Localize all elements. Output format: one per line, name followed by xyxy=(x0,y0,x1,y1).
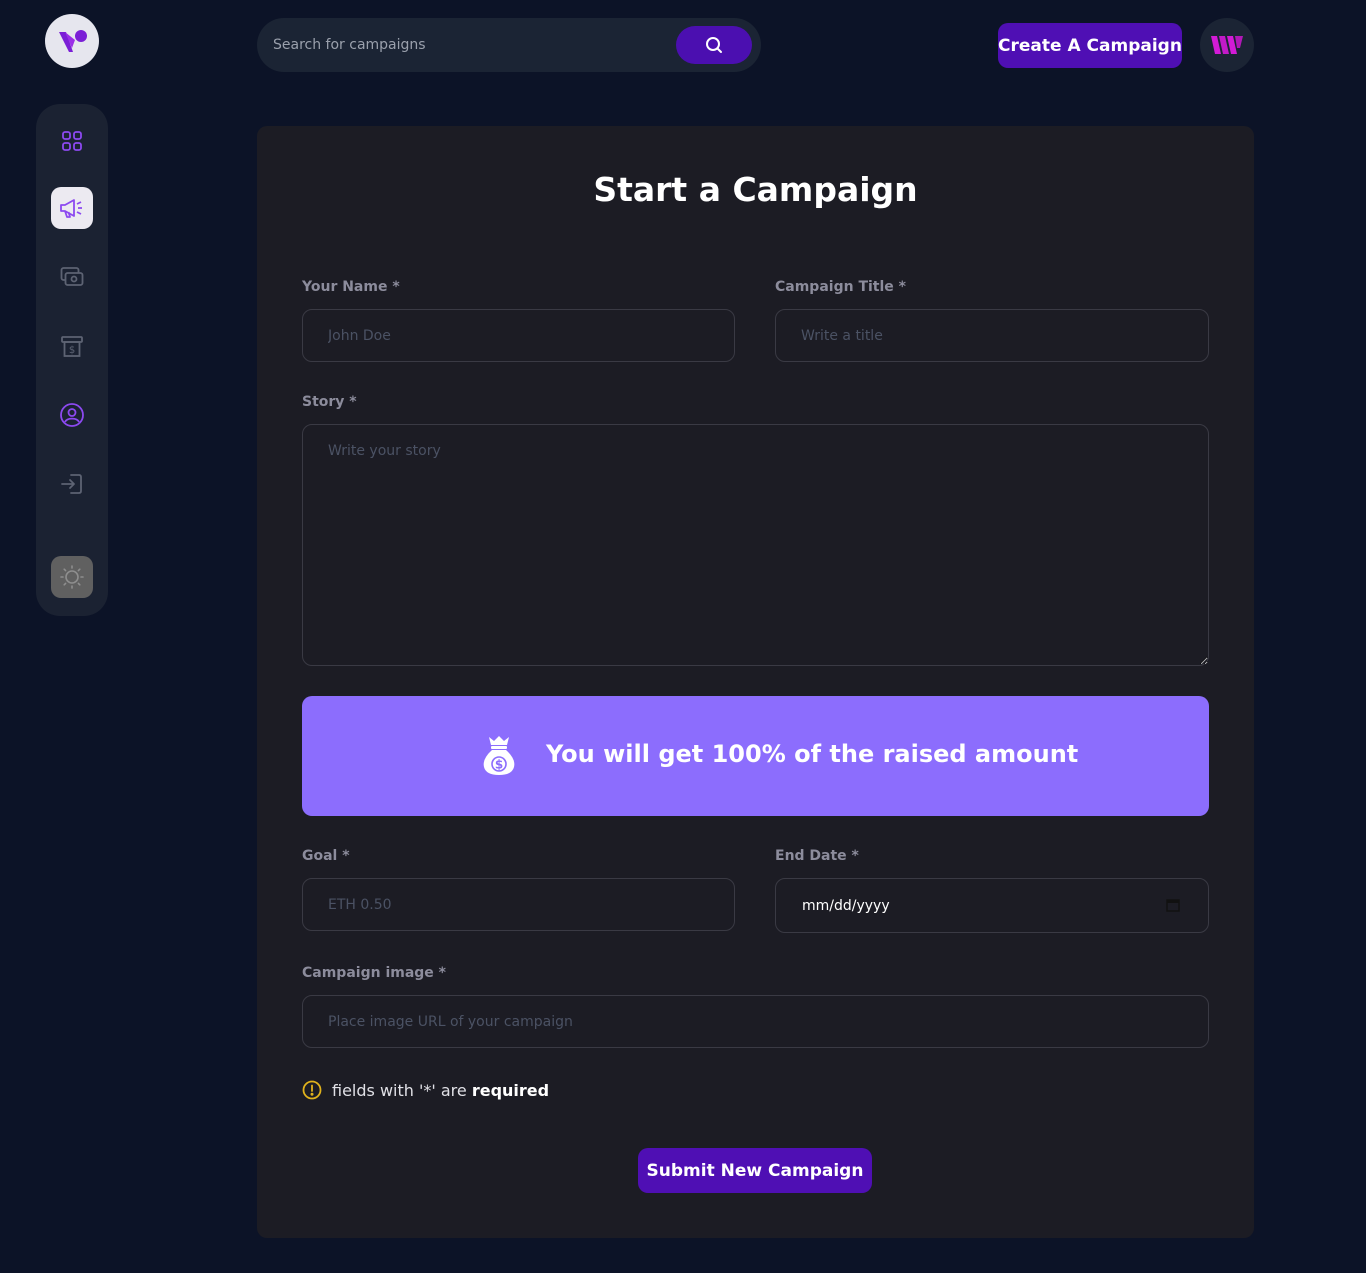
search-input[interactable] xyxy=(273,18,673,72)
campaign-form-card: Start a Campaign Your Name * Campaign Ti… xyxy=(257,126,1254,1238)
end-date-value: mm/dd/yyyy xyxy=(802,897,890,914)
required-note: fields with '*' are required xyxy=(302,1078,549,1102)
sidebar-item-campaign[interactable] xyxy=(51,187,93,229)
avatar[interactable] xyxy=(1200,18,1254,72)
sidebar: $ xyxy=(36,104,108,616)
info-banner: $ You will get 100% of the raised amount xyxy=(302,696,1209,816)
story-field[interactable] xyxy=(302,424,1209,666)
logout-icon xyxy=(61,474,82,494)
end-date-field[interactable]: mm/dd/yyyy xyxy=(775,878,1209,933)
payment-icon xyxy=(60,267,84,286)
search-button[interactable] xyxy=(676,26,752,64)
campaign-title-label: Campaign Title * xyxy=(775,279,906,295)
submit-campaign-button[interactable]: Submit New Campaign xyxy=(638,1148,872,1193)
brand-avatar-icon xyxy=(1211,36,1243,54)
page-title: Start a Campaign xyxy=(593,170,918,209)
create-campaign-button[interactable]: Create A Campaign xyxy=(998,23,1182,68)
name-field[interactable] xyxy=(302,309,735,362)
goal-label: Goal * xyxy=(302,848,350,864)
end-date-label: End Date * xyxy=(775,848,859,864)
search-icon xyxy=(706,37,722,53)
dashboard-grid-icon xyxy=(62,131,82,151)
svg-text:$: $ xyxy=(495,758,503,772)
money-bag-icon: $ xyxy=(483,736,515,775)
sidebar-item-withdraw[interactable]: $ xyxy=(51,325,93,367)
withdraw-icon: $ xyxy=(61,336,83,357)
campaign-image-field[interactable] xyxy=(302,995,1209,1048)
search-bar xyxy=(257,18,761,72)
theme-toggle[interactable] xyxy=(51,556,93,598)
svg-text:$: $ xyxy=(69,345,75,356)
required-note-text: fields with '*' are xyxy=(332,1080,467,1100)
name-label: Your Name * xyxy=(302,279,400,295)
calendar-icon[interactable] xyxy=(1166,898,1180,912)
sidebar-item-profile[interactable] xyxy=(51,394,93,436)
profile-icon xyxy=(60,403,84,427)
sidebar-item-payment[interactable] xyxy=(51,256,93,298)
banner-text: You will get 100% of the raised amount xyxy=(546,740,1079,768)
campaign-title-field[interactable] xyxy=(775,309,1209,362)
sidebar-item-logout[interactable] xyxy=(51,463,93,505)
campaign-image-label: Campaign image * xyxy=(302,965,446,981)
sidebar-item-dashboard[interactable] xyxy=(51,120,93,162)
v-logo-icon xyxy=(59,30,87,52)
warning-icon xyxy=(302,1080,322,1100)
goal-field[interactable] xyxy=(302,878,735,931)
required-note-emphasis: required xyxy=(471,1080,550,1100)
app-logo[interactable] xyxy=(45,14,99,68)
story-label: Story * xyxy=(302,394,357,410)
megaphone-icon xyxy=(60,199,82,218)
sun-icon xyxy=(60,565,84,589)
